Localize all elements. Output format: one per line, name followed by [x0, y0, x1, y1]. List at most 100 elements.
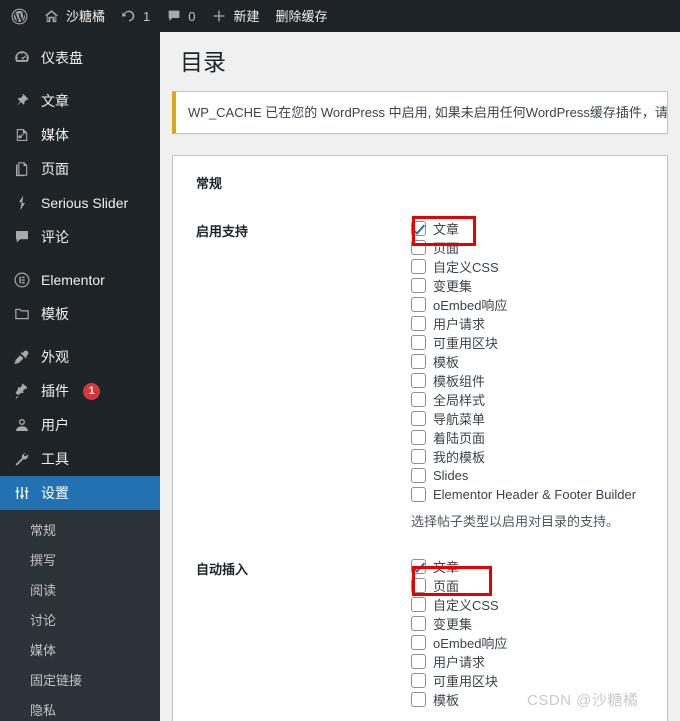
sidebar-item-label: 模板 [41, 306, 69, 322]
comment-icon [12, 228, 32, 246]
sidebar-item-plugins[interactable]: 插件 1 [0, 374, 160, 408]
checkbox-label: 文章 [433, 560, 460, 576]
checkbox-group-enable-support: 文章页面 自定义CSS 变更集 oEmbed响应 用户请求可重用区块 模板模板组件 全局样式… [411, 219, 636, 530]
elementor-icon [12, 271, 32, 289]
sidebar-item-serious-slider[interactable]: Serious Slider [0, 186, 160, 220]
sidebar-item-tools[interactable]: 工具 [0, 442, 160, 476]
checkbox-option[interactable]: 可重用区块 [411, 333, 636, 352]
checkbox-option[interactable]: 着陆页面 [411, 428, 636, 447]
sidebar-item-label: 插件 [41, 383, 69, 399]
checkbox-option[interactable]: oEmbed响应 [411, 633, 507, 652]
submenu-item-writing[interactable]: 撰写 [0, 546, 160, 576]
sidebar-item-comments[interactable]: 评论 [0, 220, 160, 254]
checkbox-option[interactable]: 页面 [411, 576, 507, 595]
sidebar-item-posts[interactable]: 文章 [0, 84, 160, 118]
checkbox-label: 页面 [433, 241, 460, 257]
sidebar-item-templates[interactable]: 模板 [0, 297, 160, 331]
checkbox-option[interactable]: 我的模板 [411, 447, 636, 466]
checkbox-unchecked-icon[interactable] [411, 316, 426, 332]
checkbox-label: oEmbed响应 [433, 298, 508, 314]
checkbox-unchecked-icon[interactable] [411, 335, 426, 351]
checkbox-label: 变更集 [433, 617, 473, 633]
comments-button[interactable]: 0 [158, 0, 203, 32]
checkbox-option[interactable]: Slides [411, 466, 636, 485]
sidebar-item-users[interactable]: 用户 [0, 408, 160, 442]
checkbox-unchecked-icon[interactable] [411, 597, 426, 613]
checkbox-unchecked-icon[interactable] [411, 297, 426, 313]
submenu-item-discussion[interactable]: 讨论 [0, 606, 160, 636]
submenu-item-general[interactable]: 常规 [0, 516, 160, 546]
checkbox-label: 模板组件 [433, 374, 486, 390]
checkbox-unchecked-icon[interactable] [411, 411, 426, 427]
checkbox-option[interactable]: 自定义CSS [411, 595, 507, 614]
checkbox-unchecked-icon[interactable] [411, 430, 426, 446]
wp-logo-button[interactable] [0, 0, 35, 32]
checkbox-option[interactable]: 变更集 [411, 276, 636, 295]
sidebar-item-label: 仪表盘 [41, 50, 83, 66]
settings-submenu: 常规 撰写 阅读 讨论 媒体 固定链接 隐私 [0, 510, 160, 721]
submenu-item-reading[interactable]: 阅读 [0, 576, 160, 606]
checkbox-unchecked-icon[interactable] [411, 449, 426, 465]
sidebar-item-settings[interactable]: 设置 [0, 476, 160, 510]
checkbox-option[interactable]: 导航菜单 [411, 409, 636, 428]
checkbox-unchecked-icon[interactable] [411, 354, 426, 370]
checkbox-option[interactable]: 全局样式 [411, 390, 636, 409]
clear-cache-button[interactable]: 删除缓存 [268, 0, 336, 32]
checkbox-option[interactable]: 文章 [411, 219, 636, 238]
sidebar-item-pages[interactable]: 页面 [0, 152, 160, 186]
sidebar-item-media[interactable]: 媒体 [0, 118, 160, 152]
checkbox-option[interactable]: 模板 [411, 352, 636, 371]
checkbox-checked-icon[interactable] [411, 221, 426, 237]
update-badge: 1 [83, 382, 100, 400]
sidebar-item-appearance[interactable]: 外观 [0, 340, 160, 374]
checkbox-label: 可重用区块 [433, 336, 499, 352]
appearance-icon [12, 348, 32, 366]
checkbox-option[interactable]: 变更集 [411, 614, 507, 633]
checkbox-option[interactable]: Elementor Header & Footer Builder [411, 485, 636, 504]
checkbox-unchecked-icon[interactable] [411, 468, 426, 484]
settings-panel: 常规 启用支持 文章 页面 自定义CSS 变更集 oEmbed响应 用户请求 可重用区块 模板模… [172, 155, 668, 721]
checkbox-option[interactable]: 页面 [411, 238, 636, 257]
checkbox-checked-icon[interactable] [411, 559, 426, 575]
cache-notice: WP_CACHE 已在您的 WordPress 中启用, 如果未启用任何Word… [172, 90, 668, 135]
checkbox-unchecked-icon[interactable] [411, 240, 426, 256]
checkbox-unchecked-icon[interactable] [411, 392, 426, 408]
checkbox-label: 模板 [433, 693, 460, 709]
updates-button[interactable]: 1 [113, 0, 158, 32]
checkbox-unchecked-icon[interactable] [411, 616, 426, 632]
checkbox-option[interactable]: 可重用区块 [411, 671, 507, 690]
csdn-watermark: CSDN @沙糖橘 [527, 692, 639, 709]
sidebar-item-dashboard[interactable]: 仪表盘 [0, 41, 160, 75]
site-name-menu[interactable]: 沙糖橘 [35, 0, 113, 32]
checkbox-option[interactable]: oEmbed响应 [411, 295, 636, 314]
page-icon [12, 160, 32, 178]
checkbox-unchecked-icon[interactable] [411, 259, 426, 275]
pin-icon [12, 92, 32, 110]
checkbox-option[interactable]: 用户请求 [411, 652, 507, 671]
checkbox-label: 自定义CSS [433, 598, 499, 614]
checkbox-unchecked-icon[interactable] [411, 635, 426, 651]
checkbox-unchecked-icon[interactable] [411, 278, 426, 294]
checkbox-unchecked-icon[interactable] [411, 373, 426, 389]
checkbox-unchecked-icon[interactable] [411, 673, 426, 689]
checkbox-unchecked-icon[interactable] [411, 578, 426, 594]
field-description: 选择帖子类型以启用对目录的支持。 [411, 514, 620, 530]
checkbox-label: Slides [433, 468, 469, 484]
checkbox-unchecked-icon[interactable] [411, 692, 426, 708]
checkbox-option[interactable]: 模板 [411, 690, 507, 709]
sidebar-item-label: 评论 [41, 229, 69, 245]
checkbox-option[interactable]: 自定义CSS [411, 257, 636, 276]
checkbox-label: oEmbed响应 [433, 636, 508, 652]
checkbox-option[interactable]: 文章 [411, 557, 507, 576]
sidebar-item-elementor[interactable]: Elementor [0, 263, 160, 297]
checkbox-option[interactable]: 用户请求 [411, 314, 636, 333]
submenu-item-permalinks[interactable]: 固定链接 [0, 666, 160, 696]
checkbox-unchecked-icon[interactable] [411, 654, 426, 670]
checkbox-unchecked-icon[interactable] [411, 487, 426, 503]
checkbox-option[interactable]: 模板组件 [411, 371, 636, 390]
submenu-item-privacy[interactable]: 隐私 [0, 696, 160, 721]
checkbox-label: 着陆页面 [433, 431, 486, 447]
new-content-button[interactable]: 新建 [203, 0, 267, 32]
submenu-item-media[interactable]: 媒体 [0, 636, 160, 666]
user-icon [12, 416, 32, 434]
